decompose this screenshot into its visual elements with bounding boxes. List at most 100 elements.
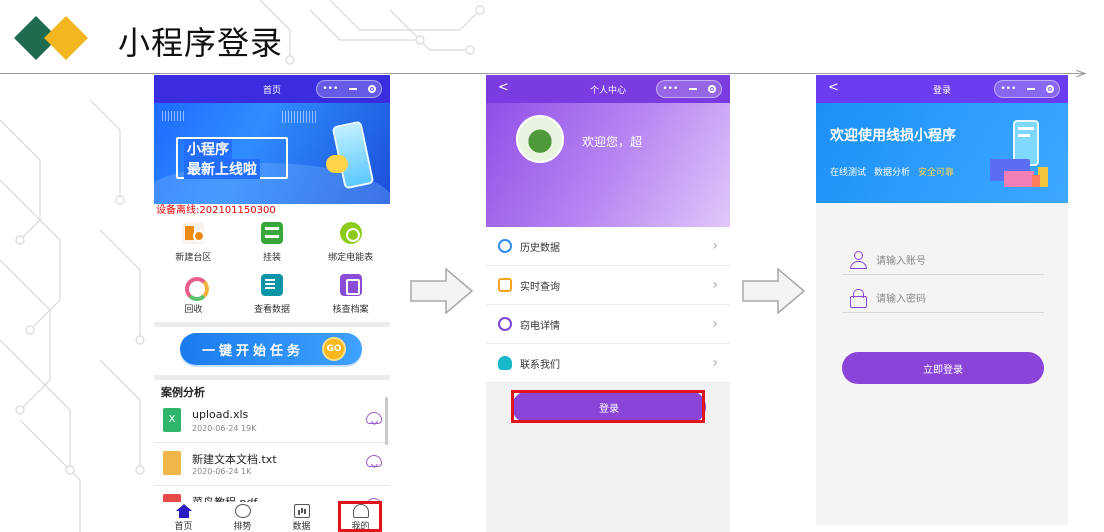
banner-title: 欢迎使用线损小程序 xyxy=(830,128,956,144)
grid-item-label: 核查档案 xyxy=(332,305,369,315)
navbar: < 个人中心 ••• xyxy=(486,75,730,103)
chevron-right-icon: › xyxy=(712,277,718,293)
account-placeholder: 请输入账号 xyxy=(876,256,926,267)
file-name: 新建文本文档.txt xyxy=(192,453,277,466)
cta-area: 一键开始任务 GO xyxy=(154,327,390,375)
capsule-menu[interactable]: ••• xyxy=(316,80,382,98)
close-target-icon[interactable] xyxy=(367,85,376,93)
menu-item-history[interactable]: 历史数据 › xyxy=(486,227,730,266)
office-illustration-icon xyxy=(990,120,1048,187)
rule-arrow-icon: > xyxy=(1075,66,1087,82)
more-icon[interactable]: ••• xyxy=(1000,84,1016,94)
menu-item-label: 窃电详情 xyxy=(520,320,560,332)
phone-profile-screen: < 个人中心 ••• 欢迎您，超 历史数据 › 实时查询 › 窃电详情 › 联系… xyxy=(486,75,730,532)
cloud-download-icon[interactable] xyxy=(366,455,382,467)
submit-login-button[interactable]: 立即登录 xyxy=(842,352,1044,384)
highlight-box xyxy=(511,390,705,423)
tab-label: 数据 xyxy=(292,522,311,532)
back-icon[interactable]: < xyxy=(828,81,839,95)
welcome-text: 欢迎您，超 xyxy=(582,135,643,149)
text-file-icon xyxy=(163,451,181,475)
nav-title: 登录 xyxy=(932,85,951,96)
navbar: < 登录 ••• xyxy=(816,75,1068,103)
capsule-menu[interactable]: ••• xyxy=(994,80,1060,98)
more-icon[interactable]: ••• xyxy=(322,84,338,94)
excel-file-icon: X xyxy=(163,408,181,432)
mount-icon xyxy=(260,222,283,244)
flow-arrow-icon xyxy=(410,267,474,315)
highlight-box xyxy=(338,501,382,532)
account-field[interactable]: 请输入账号 xyxy=(842,245,1044,275)
theft-icon xyxy=(498,317,512,331)
grid-item-mount[interactable]: 挂装 xyxy=(233,222,312,268)
cloud-download-icon[interactable] xyxy=(366,412,382,424)
tab-label: 排势 xyxy=(233,522,252,532)
link-icon xyxy=(339,222,362,244)
file-name: upload.xls xyxy=(192,408,249,421)
menu-item-label: 实时查询 xyxy=(520,281,560,293)
start-task-label: 一键开始任务 xyxy=(202,343,305,359)
close-target-icon[interactable] xyxy=(1045,85,1054,93)
banner-tags: 在线测试 数据分析 安全可靠 xyxy=(830,165,954,178)
menu-item-realtime[interactable]: 实时查询 › xyxy=(486,266,730,305)
grid-item-recycle[interactable]: 回收 xyxy=(154,274,233,320)
grid-item-new-area[interactable]: 新建台区 xyxy=(154,222,233,268)
minimize-icon[interactable] xyxy=(348,88,357,90)
avatar[interactable] xyxy=(516,115,564,163)
menu-item-label: 历史数据 xyxy=(520,242,560,254)
menu-item-theft[interactable]: 窃电详情 › xyxy=(486,305,730,344)
tab-home[interactable]: 首页 xyxy=(154,502,213,532)
ranking-icon xyxy=(234,504,251,518)
grid-item-check-archive[interactable]: 核查档案 xyxy=(311,274,390,320)
device-offline-text: 设备离线:202101150300 xyxy=(156,205,276,216)
phone-login-screen: < 登录 ••• 欢迎使用线损小程序 在线测试 数据分析 安全可靠 请输入账号 xyxy=(816,75,1068,525)
slide-title: 小程序登录 xyxy=(118,24,284,62)
phone-home-screen: 首页 ••• 小程序 最新上线啦 设备离线:202101150300 新建台区 … xyxy=(154,75,390,532)
lock-icon xyxy=(850,289,867,308)
go-badge[interactable]: GO xyxy=(322,337,346,361)
chevron-right-icon: › xyxy=(712,238,718,254)
chart-icon xyxy=(293,504,310,518)
tag: 安全可靠 xyxy=(918,168,955,178)
archive-icon xyxy=(339,274,362,296)
recycle-icon xyxy=(182,274,210,301)
capsule-menu[interactable]: ••• xyxy=(656,80,722,98)
tag: 数据分析 xyxy=(874,168,911,178)
login-banner: < 登录 ••• 欢迎使用线损小程序 在线测试 数据分析 安全可靠 xyxy=(816,75,1068,203)
grid-item-view-data[interactable]: 查看数据 xyxy=(233,274,312,320)
nav-title: 首页 xyxy=(262,85,281,96)
home-icon xyxy=(175,504,192,518)
promo-banner[interactable]: 小程序 最新上线啦 xyxy=(154,103,390,204)
flow-arrow-icon xyxy=(742,267,806,315)
banner-dots xyxy=(162,111,186,121)
chevron-right-icon: › xyxy=(712,355,718,371)
menu-item-contact[interactable]: 联系我们 › xyxy=(486,344,730,383)
minimize-icon[interactable] xyxy=(1026,88,1035,90)
menu-item-label: 联系我们 xyxy=(520,359,560,371)
banner-dots xyxy=(282,111,318,123)
logo-diamonds-icon xyxy=(14,16,88,60)
nav-title: 个人中心 xyxy=(589,85,626,96)
navbar: 首页 ••• xyxy=(154,75,390,103)
file-row[interactable]: 新建文本文档.txt 2020-06-24 1K xyxy=(154,443,390,486)
more-icon[interactable]: ••• xyxy=(662,84,678,94)
function-grid: 新建台区 挂装 绑定电能表 回收 查看数据 核查档案 xyxy=(154,218,390,320)
tab-data[interactable]: 数据 xyxy=(272,502,331,532)
title-rule xyxy=(0,73,1086,74)
grid-item-bind-meter[interactable]: 绑定电能表 xyxy=(311,222,390,268)
user-icon xyxy=(850,251,867,269)
view-data-icon xyxy=(260,274,283,296)
contact-icon xyxy=(498,356,512,370)
close-target-icon[interactable] xyxy=(707,85,716,93)
password-field[interactable]: 请输入密码 xyxy=(842,283,1044,313)
file-meta: 2020-06-24 19K xyxy=(192,424,257,433)
scrollbar[interactable] xyxy=(385,397,388,445)
building-icon xyxy=(182,222,206,244)
file-row[interactable]: X upload.xls 2020-06-24 19K xyxy=(154,400,390,443)
minimize-icon[interactable] xyxy=(688,88,697,90)
back-icon[interactable]: < xyxy=(498,81,509,95)
banner-line2: 最新上线啦 xyxy=(184,159,260,179)
realtime-icon xyxy=(498,278,512,292)
profile-menu: 历史数据 › 实时查询 › 窃电详情 › 联系我们 › xyxy=(486,227,730,383)
tab-ranking[interactable]: 排势 xyxy=(213,502,272,532)
